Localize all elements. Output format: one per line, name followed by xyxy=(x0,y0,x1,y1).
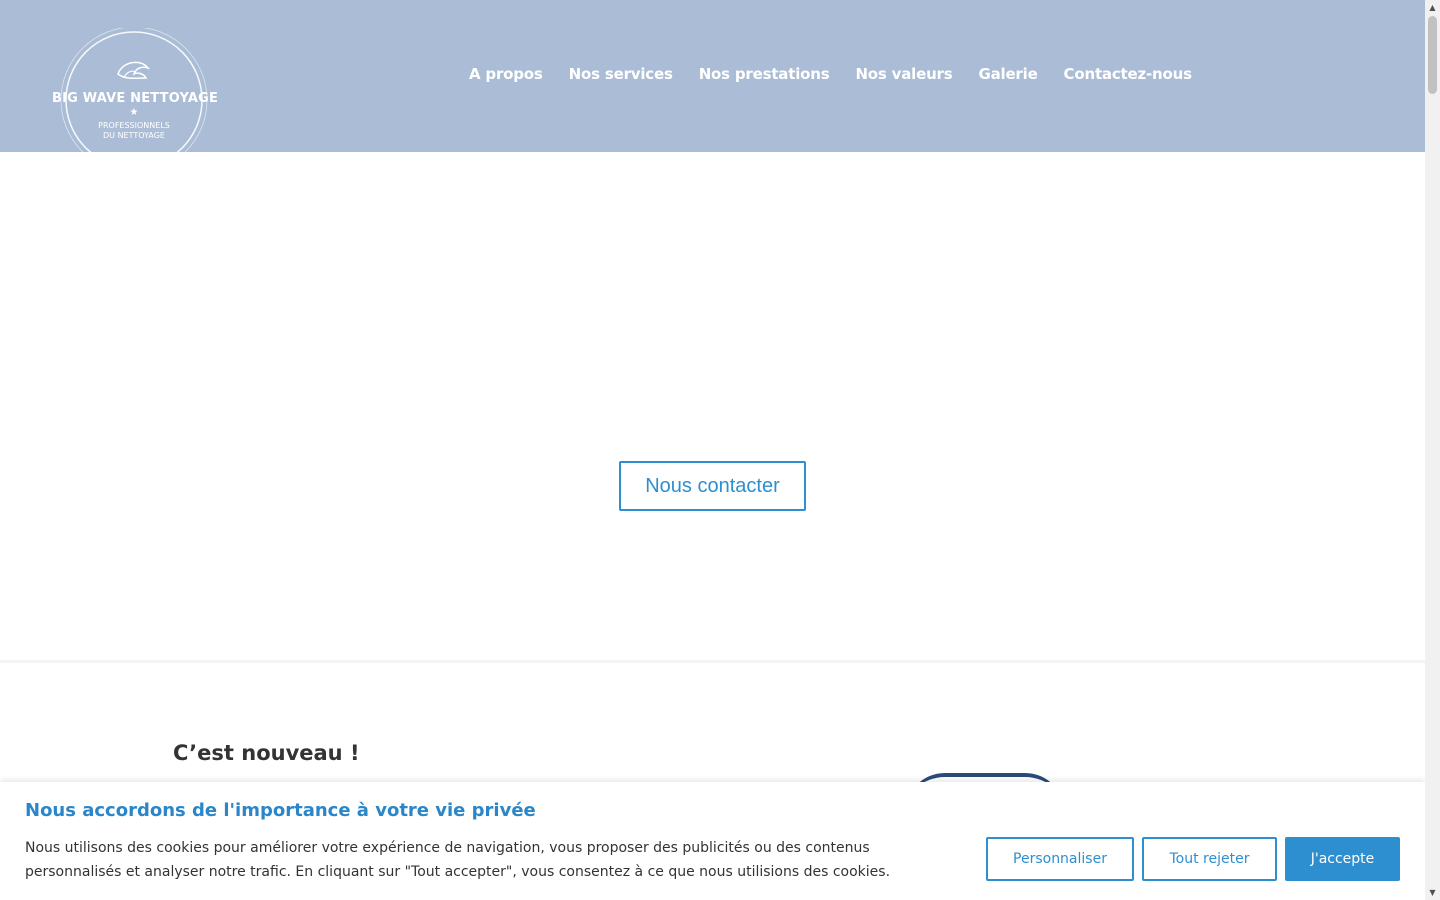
news-heading: C’est nouveau ! xyxy=(173,741,360,765)
vertical-scrollbar[interactable]: ▲ ▼ xyxy=(1425,0,1440,900)
scrollbar-thumb[interactable] xyxy=(1428,16,1437,94)
nav-item-nos-prestations[interactable]: Nos prestations xyxy=(699,65,830,83)
logo-subtitle-line1: PROFESSIONNELS xyxy=(98,121,170,130)
logo-star-icon: ★ xyxy=(129,107,139,118)
cookie-banner: Nous accordons de l'importance à votre v… xyxy=(0,782,1425,900)
accept-button[interactable]: J'accepte xyxy=(1285,837,1400,881)
nav-item-galerie[interactable]: Galerie xyxy=(978,65,1037,83)
cookie-banner-title: Nous accordons de l'importance à votre v… xyxy=(25,800,536,821)
hero-section xyxy=(0,152,1425,660)
contact-button[interactable]: Nous contacter xyxy=(619,461,806,511)
site-header: BIG WAVE NETTOYAGE ★ PROFESSIONNELS DU N… xyxy=(0,0,1425,172)
page: BIG WAVE NETTOYAGE ★ PROFESSIONNELS DU N… xyxy=(0,0,1440,900)
main-nav: A propos Nos services Nos prestations No… xyxy=(469,65,1192,83)
site-logo[interactable]: BIG WAVE NETTOYAGE ★ PROFESSIONNELS DU N… xyxy=(52,28,219,172)
logo-subtitle-line2: DU NETTOYAGE xyxy=(103,131,165,140)
scroll-up-arrow-icon[interactable]: ▲ xyxy=(1425,0,1440,15)
nav-item-nos-services[interactable]: Nos services xyxy=(569,65,673,83)
reject-all-button[interactable]: Tout rejeter xyxy=(1142,837,1277,881)
nav-item-a-propos[interactable]: A propos xyxy=(469,65,543,83)
cookie-banner-text: Nous utilisons des cookies pour améliore… xyxy=(25,840,891,880)
customize-button[interactable]: Personnaliser xyxy=(986,837,1134,881)
section-divider xyxy=(0,660,1425,663)
logo-title: BIG WAVE NETTOYAGE xyxy=(52,91,219,106)
nav-item-nos-valeurs[interactable]: Nos valeurs xyxy=(855,65,952,83)
nav-item-contactez-nous[interactable]: Contactez-nous xyxy=(1064,65,1192,83)
scroll-down-arrow-icon[interactable]: ▼ xyxy=(1425,885,1440,900)
